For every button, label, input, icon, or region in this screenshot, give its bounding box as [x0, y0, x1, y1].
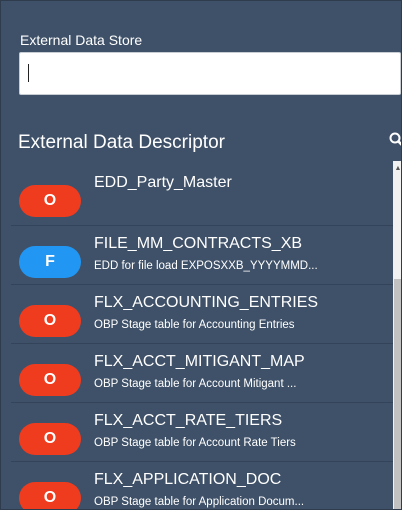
list-item-flx-acct-rate-tiers[interactable]: O FLX_ACCT_RATE_TIERS OBP Stage table fo…	[11, 407, 393, 462]
item-description: EDD for file load EXPOSXXB_YYYYMMD...	[94, 260, 318, 272]
item-description: OBP Stage table for Account Rate Tiers	[94, 437, 296, 449]
item-name: FILE_MM_CONTRACTS_XB	[94, 235, 303, 252]
external-data-store-label: External Data Store	[20, 32, 143, 48]
item-description: OBP Stage table for Application Docum...	[94, 496, 305, 508]
type-badge: F	[19, 246, 81, 278]
list-item-edd-party-master[interactable]: O EDD_Party_Master	[11, 169, 393, 226]
list-scrollbar[interactable]: ▲	[393, 161, 401, 509]
scrollbar-thumb[interactable]	[394, 279, 401, 509]
list-item-flx-application-doc[interactable]: O FLX_APPLICATION_DOC OBP Stage table fo…	[11, 466, 393, 509]
item-name: FLX_ACCOUNTING_ENTRIES	[94, 294, 319, 311]
item-name: FLX_ACCT_MITIGANT_MAP	[94, 353, 305, 370]
type-badge: O	[19, 185, 81, 217]
list-item-file-mm-contracts-xb[interactable]: F FILE_MM_CONTRACTS_XB EDD for file load…	[11, 230, 393, 285]
item-name: FLX_ACCT_RATE_TIERS	[94, 412, 283, 429]
item-name: FLX_APPLICATION_DOC	[94, 471, 282, 488]
descriptor-list: O EDD_Party_Master F FILE_MM_CONTRACTS_X…	[11, 169, 393, 509]
type-badge: O	[19, 482, 81, 509]
text-caret	[28, 64, 29, 82]
edd-panel: External Data Store External Data Descri…	[0, 0, 402, 510]
external-data-descriptor-title: External Data Descriptor	[18, 132, 225, 153]
search-icon[interactable]	[387, 130, 401, 152]
item-name: EDD_Party_Master	[94, 174, 232, 191]
type-badge: O	[19, 423, 81, 455]
type-badge: O	[19, 305, 81, 337]
item-description: OBP Stage table for Accounting Entries	[94, 319, 295, 331]
external-data-store-input[interactable]	[19, 52, 401, 95]
list-item-flx-acct-mitigant-map[interactable]: O FLX_ACCT_MITIGANT_MAP OBP Stage table …	[11, 348, 393, 403]
type-badge: O	[19, 364, 81, 396]
list-item-flx-accounting-entries[interactable]: O FLX_ACCOUNTING_ENTRIES OBP Stage table…	[11, 289, 393, 344]
scroll-up-arrow-icon[interactable]: ▲	[393, 161, 401, 175]
item-description: OBP Stage table for Account Mitigant ...	[94, 378, 297, 390]
